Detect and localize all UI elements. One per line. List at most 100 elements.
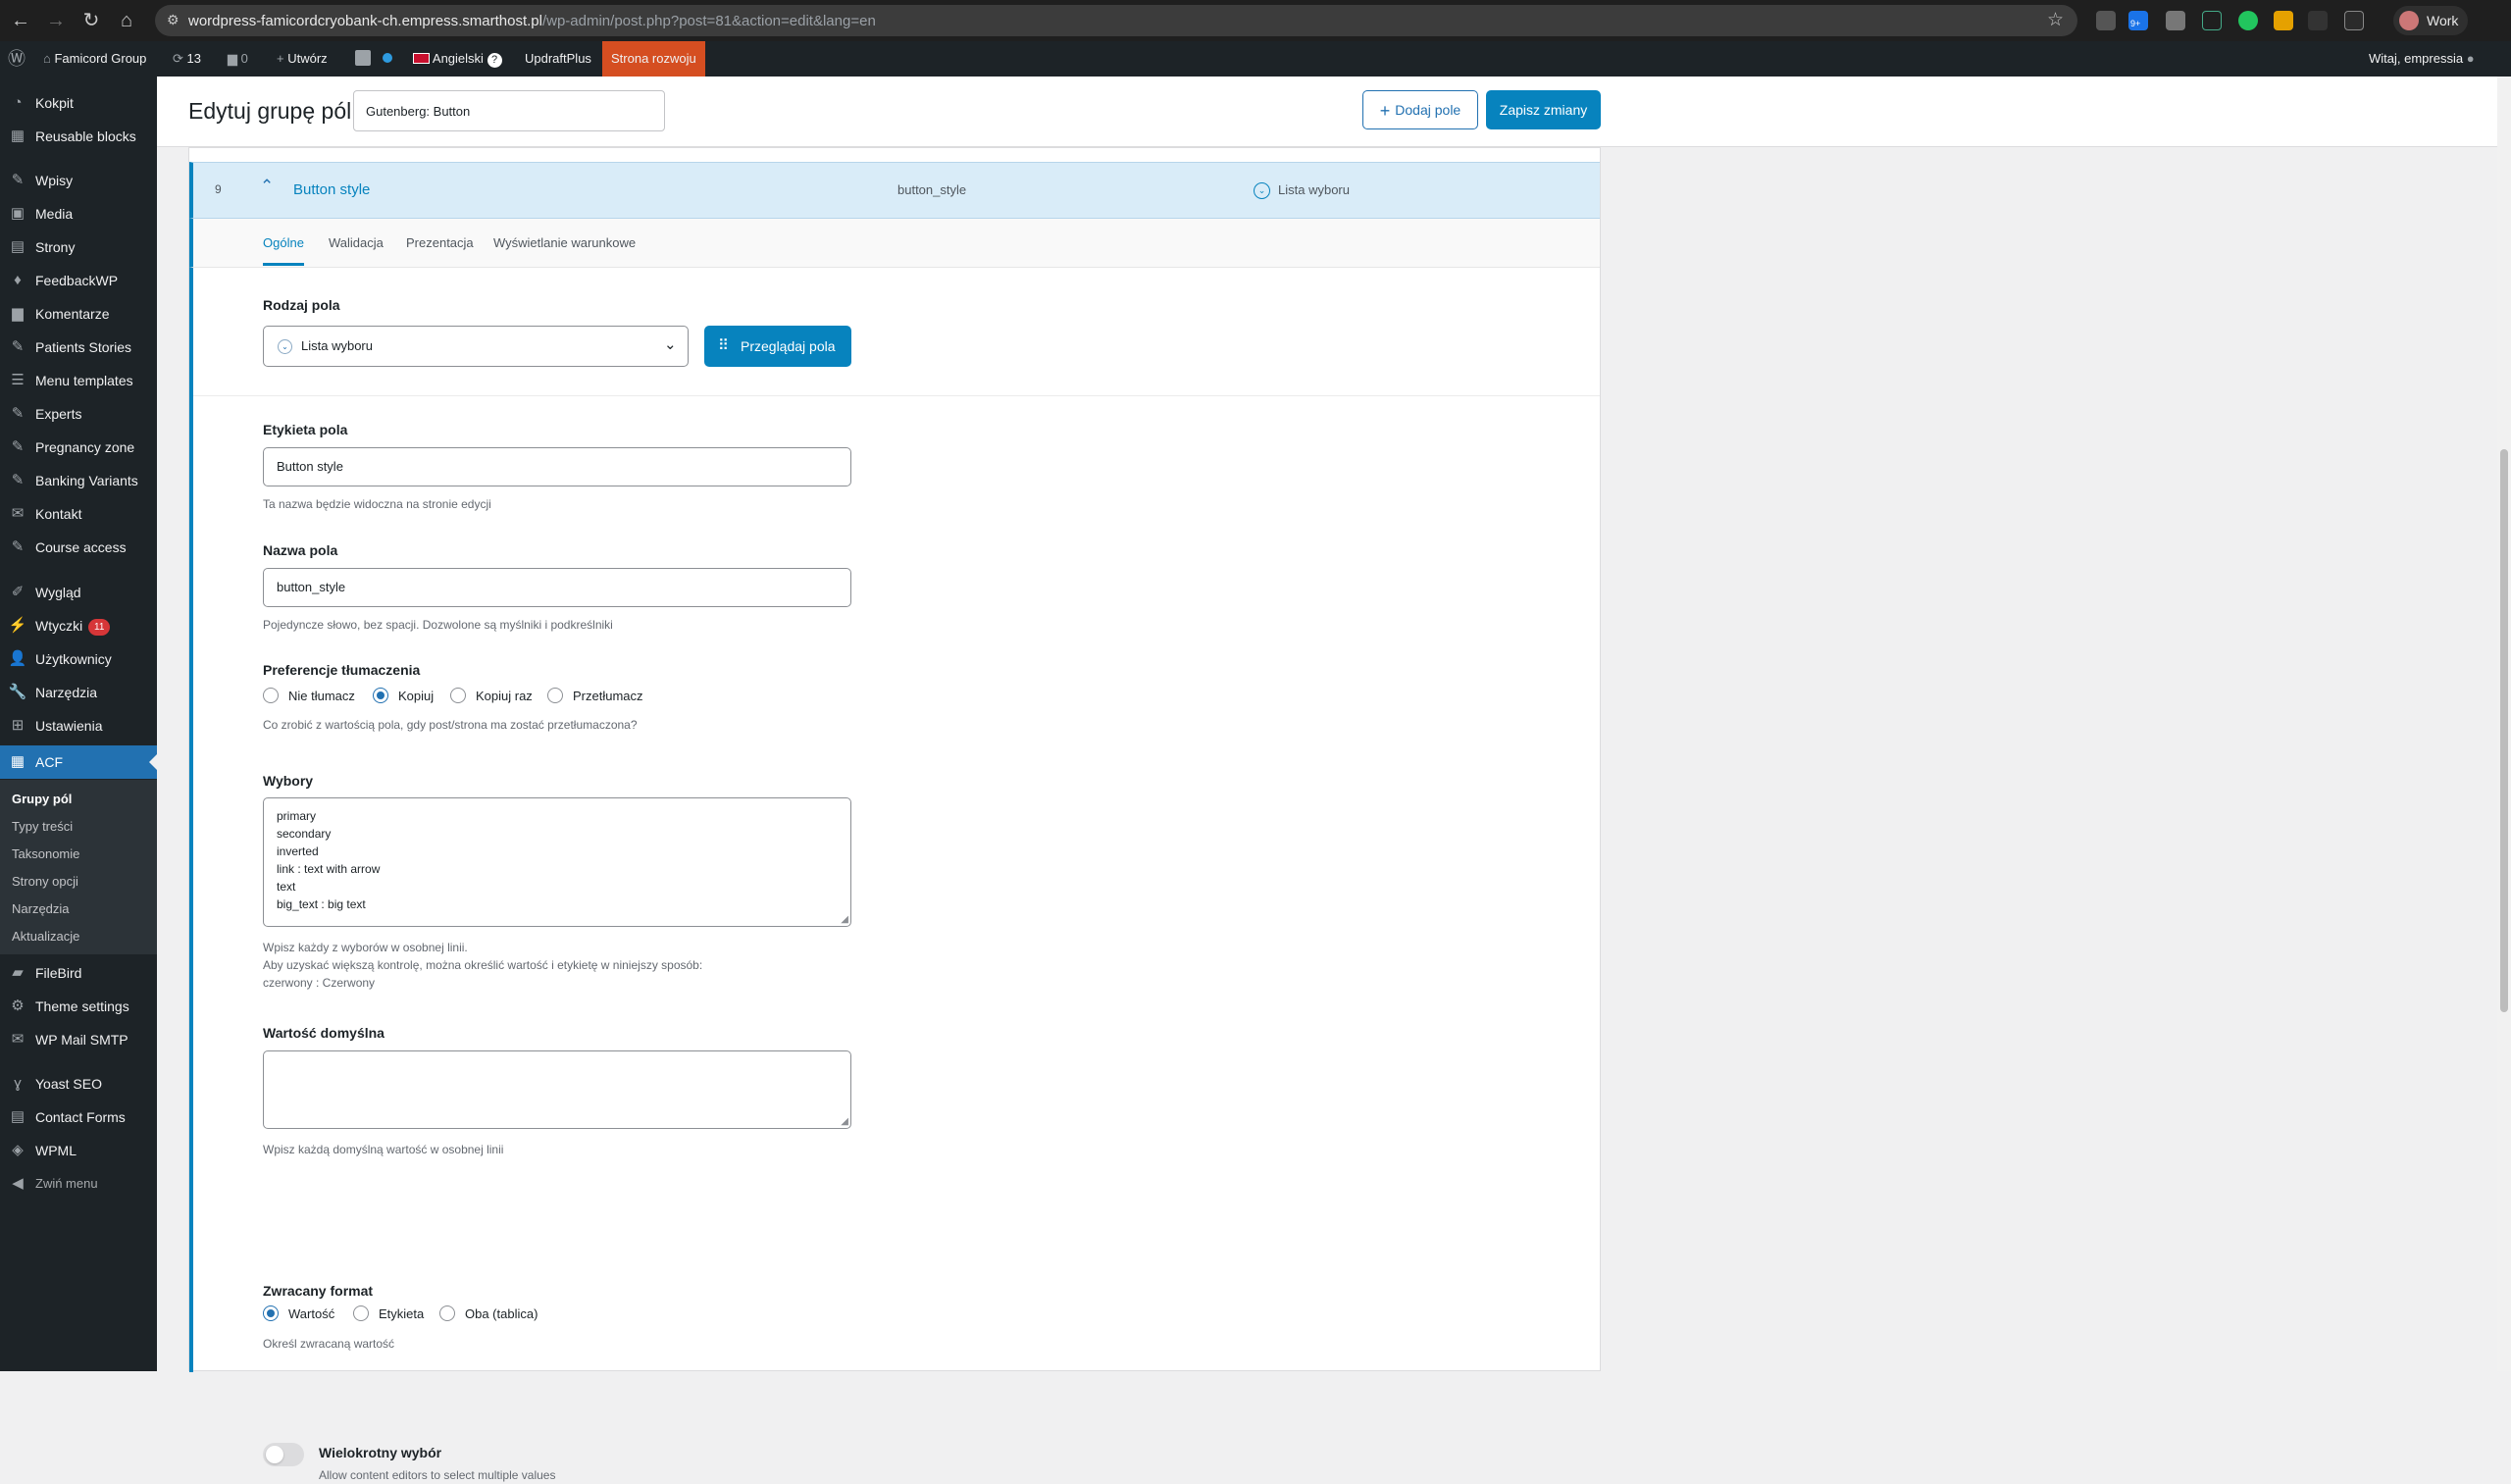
radio-etykieta[interactable] xyxy=(353,1305,369,1321)
field-label-hint: Ta nazwa będzie widoczna na stronie edyc… xyxy=(263,497,491,511)
extensions-puzzle-icon[interactable] xyxy=(2344,11,2364,30)
radio-label: Etykieta xyxy=(379,1306,425,1321)
yoast-icon: ɣ xyxy=(14,1075,22,1092)
field-name-input[interactable]: button_style xyxy=(263,568,851,607)
sidebar-item-contact-forms[interactable]: ▤ Contact Forms xyxy=(0,1100,157,1134)
submenu-narzedzia[interactable]: Narzędzia xyxy=(12,901,70,916)
tab-wyswietlanie-warunkowe[interactable]: Wyświetlanie warunkowe xyxy=(493,235,636,250)
sidebar-item-course-access[interactable]: ✎ Course access xyxy=(0,531,157,564)
field-row[interactable]: 9 ⌃ Button style button_style ⌄ Lista wy… xyxy=(189,162,1600,219)
page-scrollbar[interactable] xyxy=(2497,77,2511,1371)
field-name-label: Nazwa pola xyxy=(263,542,338,558)
bookmark-star-icon[interactable]: ☆ xyxy=(2047,9,2064,31)
environment-badge[interactable]: Strona rozwoju xyxy=(602,41,705,77)
browse-fields-button[interactable]: ⠿ Przeglądaj pola xyxy=(704,326,851,367)
sidebar-item-reusable-blocks[interactable]: ▦ Reusable blocks xyxy=(0,120,157,153)
submenu-strony-opcji[interactable]: Strony opcji xyxy=(12,874,78,889)
wordpress-logo-icon[interactable]: Ⓦ xyxy=(8,41,26,77)
radio-nie-tlumacz[interactable] xyxy=(263,688,279,703)
collapse-menu-button[interactable]: ◀ Zwiń menu xyxy=(0,1167,157,1201)
chevron-up-icon[interactable]: ⌃ xyxy=(260,177,274,196)
field-type-select[interactable]: ⌄ Lista wyboru ⌄ xyxy=(263,326,689,367)
translation-hint: Co zrobić z wartością pola, gdy post/str… xyxy=(263,718,638,732)
sidebar-item-wtyczki[interactable]: ⚡ Wtyczki 11 xyxy=(0,609,157,642)
choice-line: secondary xyxy=(277,827,332,841)
address-bar[interactable]: ⚙ wordpress-famicordcryobank-ch.empress.… xyxy=(155,5,2077,36)
radio-kopiuj-raz[interactable] xyxy=(450,688,466,703)
account-menu[interactable]: Witaj, empressia ● xyxy=(2369,41,2475,77)
radio-oba[interactable] xyxy=(439,1305,455,1321)
sidebar-item-wpisy[interactable]: ✎ Wpisy xyxy=(0,164,157,197)
radio-wartosc[interactable] xyxy=(263,1305,279,1321)
sidebar-item-acf[interactable]: ▦ ACF xyxy=(0,745,157,779)
radio-label: Wartość xyxy=(288,1306,335,1321)
sidebar-item-filebird[interactable]: ▰ FileBird xyxy=(0,956,157,990)
extension-incognito-icon[interactable] xyxy=(2096,11,2116,30)
radio-przetlumacz[interactable] xyxy=(547,688,563,703)
sidebar-item-strony[interactable]: ▤ Strony xyxy=(0,230,157,264)
extension-green-icon[interactable] xyxy=(2238,11,2258,30)
extension-badge-icon[interactable]: 9+ xyxy=(2128,11,2148,30)
sidebar-item-patients-stories[interactable]: ✎ Patients Stories xyxy=(0,331,157,364)
sidebar-item-feedbackwp[interactable]: ♦ FeedbackWP xyxy=(0,264,157,297)
sidebar-item-kokpit[interactable]: ◔ Kokpit xyxy=(0,86,157,120)
forward-icon[interactable]: → xyxy=(41,6,71,35)
page-title: Edytuj grupę pól xyxy=(188,98,352,124)
resize-handle-icon[interactable]: ◢ xyxy=(841,914,848,925)
submenu-aktualizacje[interactable]: Aktualizacje xyxy=(12,929,79,944)
field-label-input[interactable]: Button style xyxy=(263,447,851,486)
acf-submenu: Grupy pól Typy treści Taksonomie Strony … xyxy=(0,780,157,954)
default-value-textarea[interactable]: ◢ xyxy=(263,1050,851,1129)
extension-recycle-icon[interactable] xyxy=(2308,11,2328,30)
sidebar-item-ustawienia[interactable]: ⊞ Ustawienia xyxy=(0,709,157,742)
sidebar-item-wpml[interactable]: ◈ WPML xyxy=(0,1134,157,1167)
tab-prezentacja[interactable]: Prezentacja xyxy=(406,235,474,250)
extension-tools-icon[interactable] xyxy=(2274,11,2293,30)
yoast-icon[interactable] xyxy=(355,41,371,77)
sidebar-item-menu-templates[interactable]: ☰ Menu templates xyxy=(0,364,157,397)
save-changes-button[interactable]: Zapisz zmiany xyxy=(1486,90,1601,129)
submenu-typy-tresci[interactable]: Typy treści xyxy=(12,819,73,834)
status-dot-icon xyxy=(383,41,392,77)
sidebar-item-kontakt[interactable]: ✉ Kontakt xyxy=(0,497,157,531)
choices-textarea[interactable]: primary secondary inverted link : text w… xyxy=(263,797,851,927)
resize-handle-icon[interactable]: ◢ xyxy=(841,1116,848,1127)
home-icon[interactable]: ⌂ xyxy=(112,6,141,35)
sidebar-item-wyglad[interactable]: ✐ Wygląd xyxy=(0,576,157,609)
updraftplus-link[interactable]: UpdraftPlus xyxy=(525,41,591,77)
tab-ogolne[interactable]: Ogólne xyxy=(263,235,304,266)
site-name-link[interactable]: ⌂ Famicord Group xyxy=(43,41,146,77)
submenu-taksonomie[interactable]: Taksonomie xyxy=(12,846,79,861)
field-label-link[interactable]: Button style xyxy=(293,181,370,198)
sidebar-item-uzytkownicy[interactable]: 👤 Użytkownicy xyxy=(0,642,157,676)
sidebar-item-theme-settings[interactable]: ⚙ Theme settings xyxy=(0,990,157,1023)
site-info-icon[interactable]: ⚙ xyxy=(167,12,179,28)
sidebar-item-komentarze[interactable]: ▆ Komentarze xyxy=(0,297,157,331)
sidebar-item-pregnancy-zone[interactable]: ✎ Pregnancy zone xyxy=(0,431,157,464)
updates-link[interactable]: ⟳ 13 xyxy=(173,41,201,77)
reload-icon[interactable]: ↻ xyxy=(77,6,106,35)
profile-button[interactable]: Work xyxy=(2393,6,2468,35)
sidebar-item-wp-mail-smtp[interactable]: ✉ WP Mail SMTP xyxy=(0,1023,157,1056)
submenu-grupy-pol[interactable]: Grupy pól xyxy=(12,792,72,806)
scrollbar-thumb[interactable] xyxy=(2500,449,2508,1012)
radio-kopiuj[interactable] xyxy=(373,688,388,703)
back-icon[interactable]: ← xyxy=(6,6,35,35)
new-content-link[interactable]: + Utwórz xyxy=(277,41,328,77)
sidebar-item-experts[interactable]: ✎ Experts xyxy=(0,397,157,431)
extension-pen-icon[interactable] xyxy=(2202,11,2222,30)
sidebar-item-yoast-seo[interactable]: ɣ Yoast SEO xyxy=(0,1067,157,1100)
sidebar-item-banking-variants[interactable]: ✎ Banking Variants xyxy=(0,464,157,497)
group-title-input[interactable] xyxy=(353,90,665,131)
sidebar-item-narzedzia[interactable]: 🔧 Narzędzia xyxy=(0,676,157,709)
extension-shield-icon[interactable] xyxy=(2166,11,2185,30)
choices-hint-3: czerwony : Czerwony xyxy=(263,976,376,990)
sidebar-item-media[interactable]: ▣ Media xyxy=(0,197,157,230)
choices-label: Wybory xyxy=(263,773,314,789)
field-type-value: Lista wyboru xyxy=(301,338,373,353)
add-field-button[interactable]: + Dodaj pole xyxy=(1362,90,1478,129)
tab-walidacja[interactable]: Walidacja xyxy=(329,235,384,250)
comments-link[interactable]: ▆ 0 xyxy=(228,41,248,77)
language-switcher[interactable]: Angielski ? xyxy=(413,41,502,77)
multiple-toggle[interactable] xyxy=(263,1443,304,1466)
